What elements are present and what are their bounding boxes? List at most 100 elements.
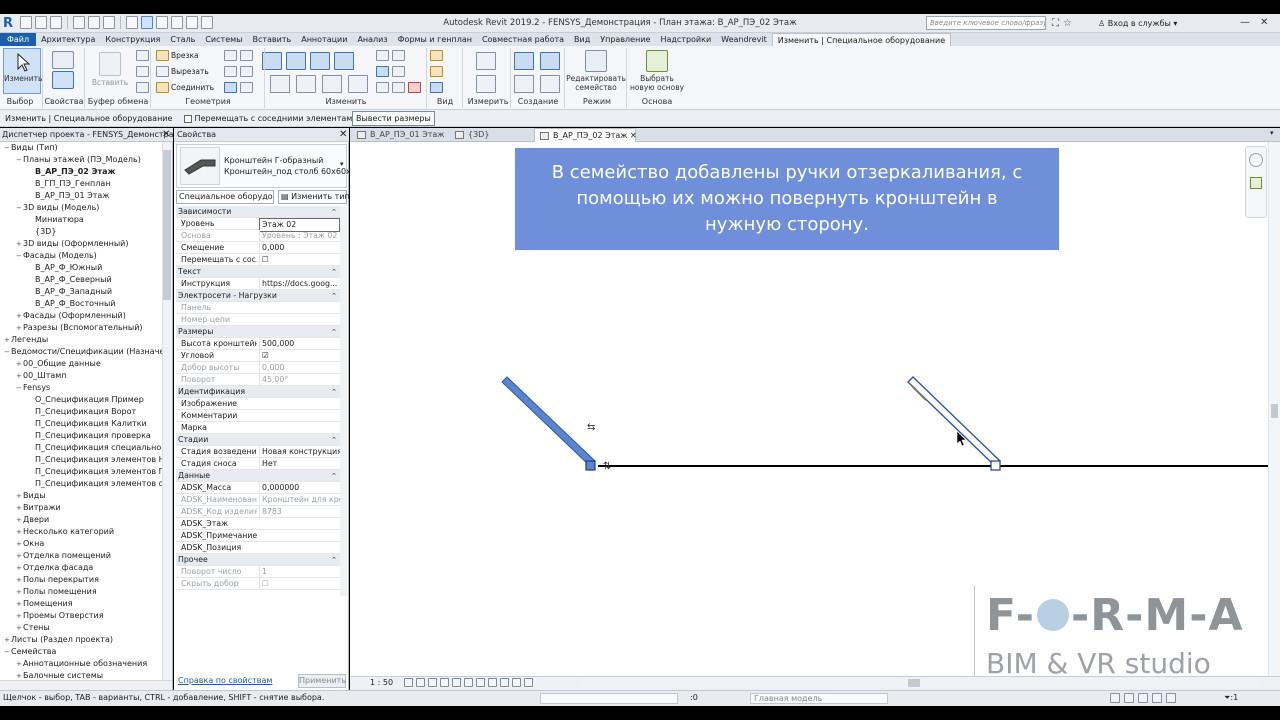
shadows-icon[interactable] <box>440 678 449 687</box>
delete-icon[interactable] <box>408 82 421 93</box>
property-row[interactable]: Перемещать с сос... ☐ <box>176 254 340 266</box>
expand-icon[interactable]: + <box>16 586 23 598</box>
menu-tab[interactable]: Управление <box>595 33 655 46</box>
collapse-icon[interactable]: − <box>4 346 11 358</box>
properties-scrollbar[interactable] <box>340 206 347 596</box>
property-row[interactable]: Скрыть добор ☐ <box>176 578 340 590</box>
tree-item[interactable]: −Fensys <box>16 382 50 394</box>
zoom-icon[interactable] <box>1250 177 1262 189</box>
menu-tab[interactable]: Сталь <box>165 33 200 46</box>
expand-icon[interactable]: + <box>16 238 23 250</box>
drag-elements-icon[interactable] <box>1166 693 1176 703</box>
tree-item[interactable]: −Планы этажей (ПЭ_Модель) <box>16 154 141 166</box>
tree-item[interactable]: −3D виды (Модель) <box>16 202 99 214</box>
tree-item[interactable]: О_Спецификация Пример <box>28 394 144 406</box>
tree-item[interactable]: В_АР_Ф_Западный <box>28 286 112 298</box>
join-icon[interactable] <box>156 82 169 93</box>
property-value[interactable]: Уровень : Этаж 02 <box>259 230 340 242</box>
property-row[interactable]: ADSK_Масса 0,000000 <box>176 482 340 494</box>
text-icon[interactable] <box>171 16 183 29</box>
expand-icon[interactable]: + <box>16 574 23 586</box>
cut-geometry-label[interactable]: Вырезать <box>171 67 209 77</box>
collapse-icon[interactable]: − <box>4 142 11 154</box>
property-row[interactable]: Поворот 45,00° <box>176 374 340 386</box>
binoculars-icon[interactable]: ⛶ <box>1052 18 1059 29</box>
property-row[interactable]: Стадия сноса Нет <box>176 458 340 470</box>
collapse-icon[interactable]: ⌃ <box>331 326 337 338</box>
sync-icon[interactable] <box>50 16 62 29</box>
menu-tab[interactable]: Вставить <box>247 33 296 46</box>
expand-icon[interactable]: + <box>16 622 23 634</box>
design-option-select[interactable]: Главная модель <box>750 693 888 704</box>
scrollbar-thumb[interactable] <box>1271 404 1278 418</box>
property-row[interactable]: Изображение <box>176 398 340 410</box>
open-icon[interactable] <box>20 16 32 29</box>
tree-item[interactable]: В_АР_ПЭ_01 Этаж <box>28 190 109 202</box>
menu-tab[interactable]: Формы и генплан <box>393 33 477 46</box>
flip-horizontal-icon[interactable]: ⇆ <box>587 422 595 433</box>
property-section[interactable]: Прочее ⌃ <box>176 554 340 566</box>
expand-icon[interactable]: + <box>16 514 23 526</box>
bracket-right[interactable] <box>907 376 1001 471</box>
pick-new-host-button[interactable]: Выбрать новую основу <box>628 48 686 94</box>
menu-tab[interactable]: Изменить | Специальное оборудование <box>771 33 952 46</box>
tree-item[interactable]: П_Спецификация элементов ПГ <box>28 466 162 478</box>
tree-item[interactable]: −Семейства <box>4 646 56 658</box>
sun-path-icon[interactable] <box>428 678 437 687</box>
menu-tab[interactable]: Конструкция <box>100 33 165 46</box>
tree-item[interactable]: П_Спецификация проверка <box>28 430 151 442</box>
property-value[interactable]: 500,000 <box>259 338 340 350</box>
menu-tab[interactable]: Архитектура <box>36 33 100 46</box>
expand-icon[interactable]: + <box>16 562 23 574</box>
expand-icon[interactable]: + <box>16 322 23 334</box>
tree-item[interactable]: +Помещения <box>16 598 73 610</box>
properties-button[interactable] <box>48 48 78 94</box>
view-tab[interactable]: В_АР_ПЭ_02 Этаж ✕ <box>534 128 637 142</box>
signin-button[interactable]: ♙ Вход в службы ▾ <box>1098 14 1177 33</box>
bracket-right-base[interactable] <box>990 460 1001 471</box>
filter-count[interactable]: ⏷:1 <box>1224 690 1238 706</box>
tree-item[interactable]: +Разрезы (Вспомогательный) <box>16 322 143 334</box>
tree-item[interactable]: +Листы (Раздел проекта) <box>4 634 113 646</box>
collapse-icon[interactable]: − <box>16 250 23 262</box>
expand-icon[interactable]: + <box>4 334 11 346</box>
tree-item[interactable]: {3D} <box>28 226 56 238</box>
edit-family-button[interactable]: Редактировать семейство <box>566 48 626 94</box>
tree-item[interactable]: +Полы перекрытия <box>16 574 99 586</box>
tree-item[interactable]: +Легенды <box>4 334 48 346</box>
detail-level-icon[interactable] <box>404 678 413 687</box>
property-value[interactable]: 0,000 <box>259 242 340 254</box>
join-label[interactable]: Соединить <box>171 83 214 93</box>
tag-icon[interactable] <box>156 16 168 29</box>
property-value[interactable]: 1 <box>259 566 340 578</box>
tree-item[interactable]: +Аннотационные обозначения <box>16 658 147 670</box>
property-value[interactable]: ☐ <box>259 254 340 266</box>
expand-icon[interactable]: + <box>16 502 23 514</box>
menu-tab[interactable]: Weandrevit <box>716 33 772 46</box>
expand-icon[interactable]: + <box>16 598 23 610</box>
workset-select[interactable] <box>540 693 678 704</box>
measure-icon[interactable] <box>126 16 138 29</box>
menu-tab[interactable]: Совместная работа <box>477 33 569 46</box>
property-value[interactable]: 45,00° <box>259 374 340 386</box>
pin-icon[interactable] <box>376 82 389 93</box>
steering-wheel-icon[interactable] <box>1249 153 1263 167</box>
expand-icon[interactable]: + <box>16 490 23 502</box>
expand-icon[interactable]: + <box>4 634 11 646</box>
collapse-icon[interactable]: ⌃ <box>331 386 337 398</box>
expand-icon[interactable]: + <box>16 310 23 322</box>
collapse-icon[interactable]: ⌃ <box>331 470 337 482</box>
create-group-icon[interactable] <box>540 52 560 70</box>
scrollbar-thumb[interactable] <box>163 150 171 300</box>
save-icon[interactable] <box>35 16 47 29</box>
select-face-icon[interactable] <box>1152 693 1162 703</box>
mirror-axis-icon[interactable] <box>310 52 330 70</box>
tree-item[interactable]: В_АР_Ф_Восточный <box>28 298 115 310</box>
edit-type-button[interactable]: ▤ Изменить тип <box>278 190 350 204</box>
tree-item[interactable]: +Проемы Отверстия <box>16 610 104 622</box>
tree-item[interactable]: +Несколько категорий <box>16 526 114 538</box>
property-row[interactable]: ADSK_Код изделия 8783 <box>176 506 340 518</box>
tree-item[interactable]: +Двери <box>16 514 49 526</box>
property-row[interactable]: ADSK_Позиция <box>176 542 340 554</box>
split-gap-icon[interactable] <box>392 50 405 61</box>
